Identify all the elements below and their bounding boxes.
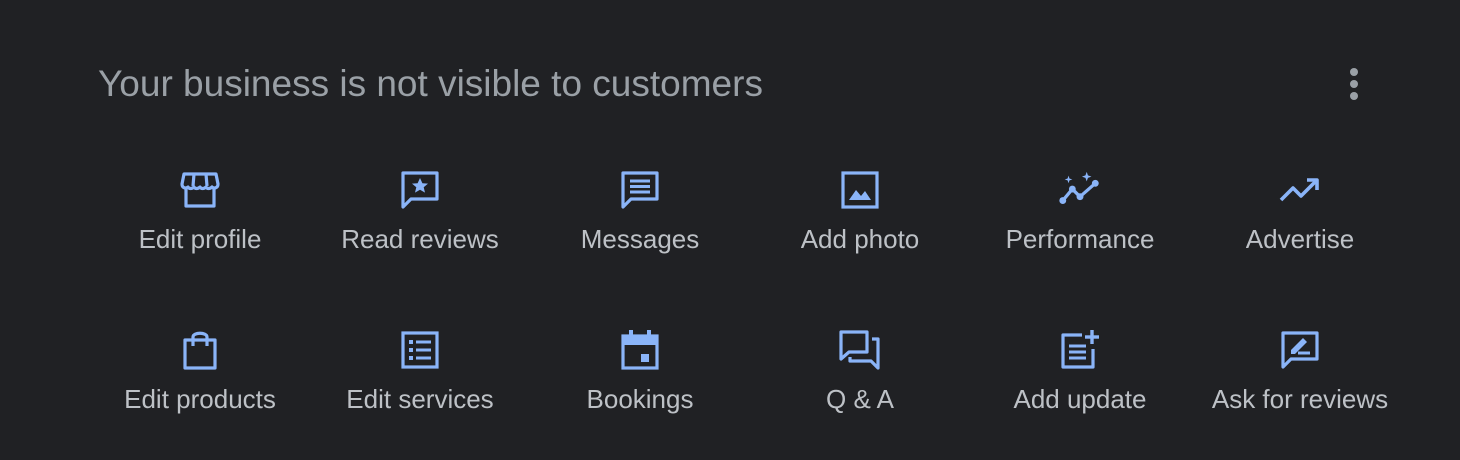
calendar-icon [618,328,662,372]
action-label: Add photo [800,224,920,254]
read-reviews-button[interactable]: Read reviews [310,160,530,320]
q-and-a-button[interactable]: Q & A [750,320,970,460]
action-label: Bookings [586,384,694,414]
shopping-bag-icon [178,328,222,372]
list-icon [398,328,442,372]
storefront-icon [178,168,222,212]
business-profile-panel: Your business is not visible to customer… [0,0,1460,460]
messages-button[interactable]: Messages [530,160,750,320]
more-vert-icon [1350,68,1358,100]
edit-products-button[interactable]: Edit products [90,320,310,460]
performance-button[interactable]: Performance [970,160,1190,320]
bookings-button[interactable]: Bookings [530,320,750,460]
action-label: Messages [580,224,700,254]
action-label: Performance [1005,224,1155,254]
insights-icon [1058,168,1102,212]
action-label: Read reviews [341,224,499,254]
post-add-icon [1058,328,1102,372]
action-label: Add update [1013,384,1147,414]
action-label: Q & A [826,384,894,414]
page-title: Your business is not visible to customer… [98,63,763,104]
edit-profile-button[interactable]: Edit profile [90,160,310,320]
action-label: Edit profile [138,224,262,254]
ask-for-reviews-button[interactable]: Ask for reviews [1190,320,1410,460]
trending-up-icon [1278,168,1322,212]
edit-services-button[interactable]: Edit services [310,320,530,460]
message-icon [618,168,662,212]
rate-review-icon [1278,328,1322,372]
add-photo-button[interactable]: Add photo [750,160,970,320]
forum-icon [838,328,882,372]
actions-grid: Edit profile Read reviews Messages Add p… [90,160,1410,460]
action-label: Edit services [346,384,494,414]
reviews-icon [398,168,442,212]
photo-icon [838,168,882,212]
action-label: Ask for reviews [1211,384,1389,414]
add-update-button[interactable]: Add update [970,320,1190,460]
more-options-button[interactable] [1330,62,1378,106]
advertise-button[interactable]: Advertise [1190,160,1410,320]
action-label: Advertise [1245,224,1355,254]
action-label: Edit products [124,384,276,414]
